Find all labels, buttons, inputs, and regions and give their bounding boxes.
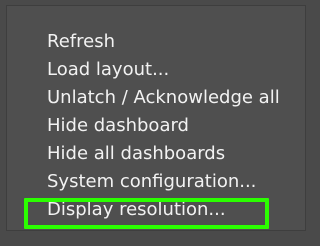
menu-item-hide-dashboard[interactable]: Hide dashboard (47, 112, 302, 140)
menu-item-label: Refresh (47, 31, 115, 52)
menu-item-unlatch-acknowledge-all[interactable]: Unlatch / Acknowledge all (47, 84, 302, 112)
menu-item-label: Hide dashboard (47, 115, 189, 136)
menu-item-system-configuration[interactable]: System configuration... (47, 168, 302, 196)
menu-item-label: Unlatch / Acknowledge all (47, 87, 280, 108)
menu-item-label: Load layout... (47, 59, 170, 80)
menu-item-label: Hide all dashboards (47, 143, 226, 164)
menu-item-refresh[interactable]: Refresh (47, 28, 302, 56)
menu-item-load-layout[interactable]: Load layout... (47, 56, 302, 84)
screen: Refresh Load layout... Unlatch / Acknowl… (0, 0, 317, 246)
menu-item-hide-all-dashboards[interactable]: Hide all dashboards (47, 140, 302, 168)
selected-item-highlight (24, 198, 269, 229)
menu-item-label: System configuration... (47, 171, 257, 192)
